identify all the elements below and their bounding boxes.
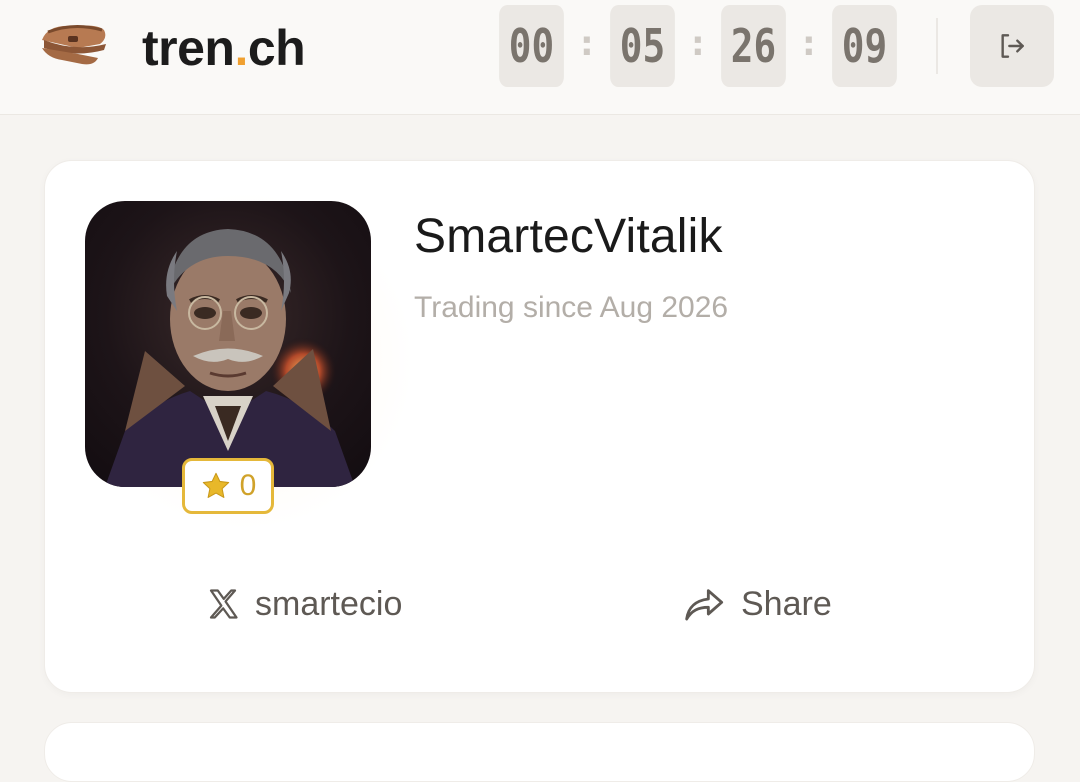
x-logo-icon bbox=[209, 589, 238, 619]
header-divider bbox=[936, 18, 938, 74]
timer-separator: : bbox=[691, 24, 705, 64]
share-icon bbox=[685, 589, 724, 621]
x-profile-link[interactable]: smartecio bbox=[205, 579, 402, 629]
avatar[interactable] bbox=[85, 201, 371, 487]
share-button[interactable]: Share bbox=[683, 579, 832, 629]
logout-button[interactable] bbox=[970, 5, 1054, 87]
timer-separator: : bbox=[580, 24, 594, 64]
timer-hours: 05 bbox=[610, 5, 675, 87]
x-handle: smartecio bbox=[255, 584, 403, 623]
trading-since: Trading since Aug 2026 bbox=[414, 291, 729, 324]
hat-icon[interactable] bbox=[38, 18, 110, 72]
timer-seconds: 09 bbox=[832, 5, 897, 87]
rating-badge: 0 bbox=[182, 458, 274, 514]
top-bar: tren.ch 00 : 05 : 26 : 09 bbox=[0, 0, 1080, 115]
brand-suffix: ch bbox=[247, 20, 306, 76]
brand-prefix: tren bbox=[142, 20, 235, 76]
share-label: Share bbox=[741, 584, 832, 623]
profile-username: SmartecVitalik bbox=[414, 210, 723, 263]
timer-minutes: 26 bbox=[721, 5, 786, 87]
next-card bbox=[44, 722, 1035, 782]
timer-days: 00 bbox=[499, 5, 564, 87]
rating-value: 0 bbox=[239, 469, 257, 502]
timer-separator: : bbox=[802, 24, 816, 64]
star-icon bbox=[202, 472, 229, 499]
brand-logo-text[interactable]: tren.ch bbox=[142, 18, 306, 78]
brand-dot: . bbox=[234, 20, 248, 76]
logout-icon bbox=[1001, 34, 1024, 58]
avatar-portrait bbox=[105, 229, 355, 487]
profile-card: 0 SmartecVitalik Trading since Aug 2026 … bbox=[44, 160, 1035, 693]
